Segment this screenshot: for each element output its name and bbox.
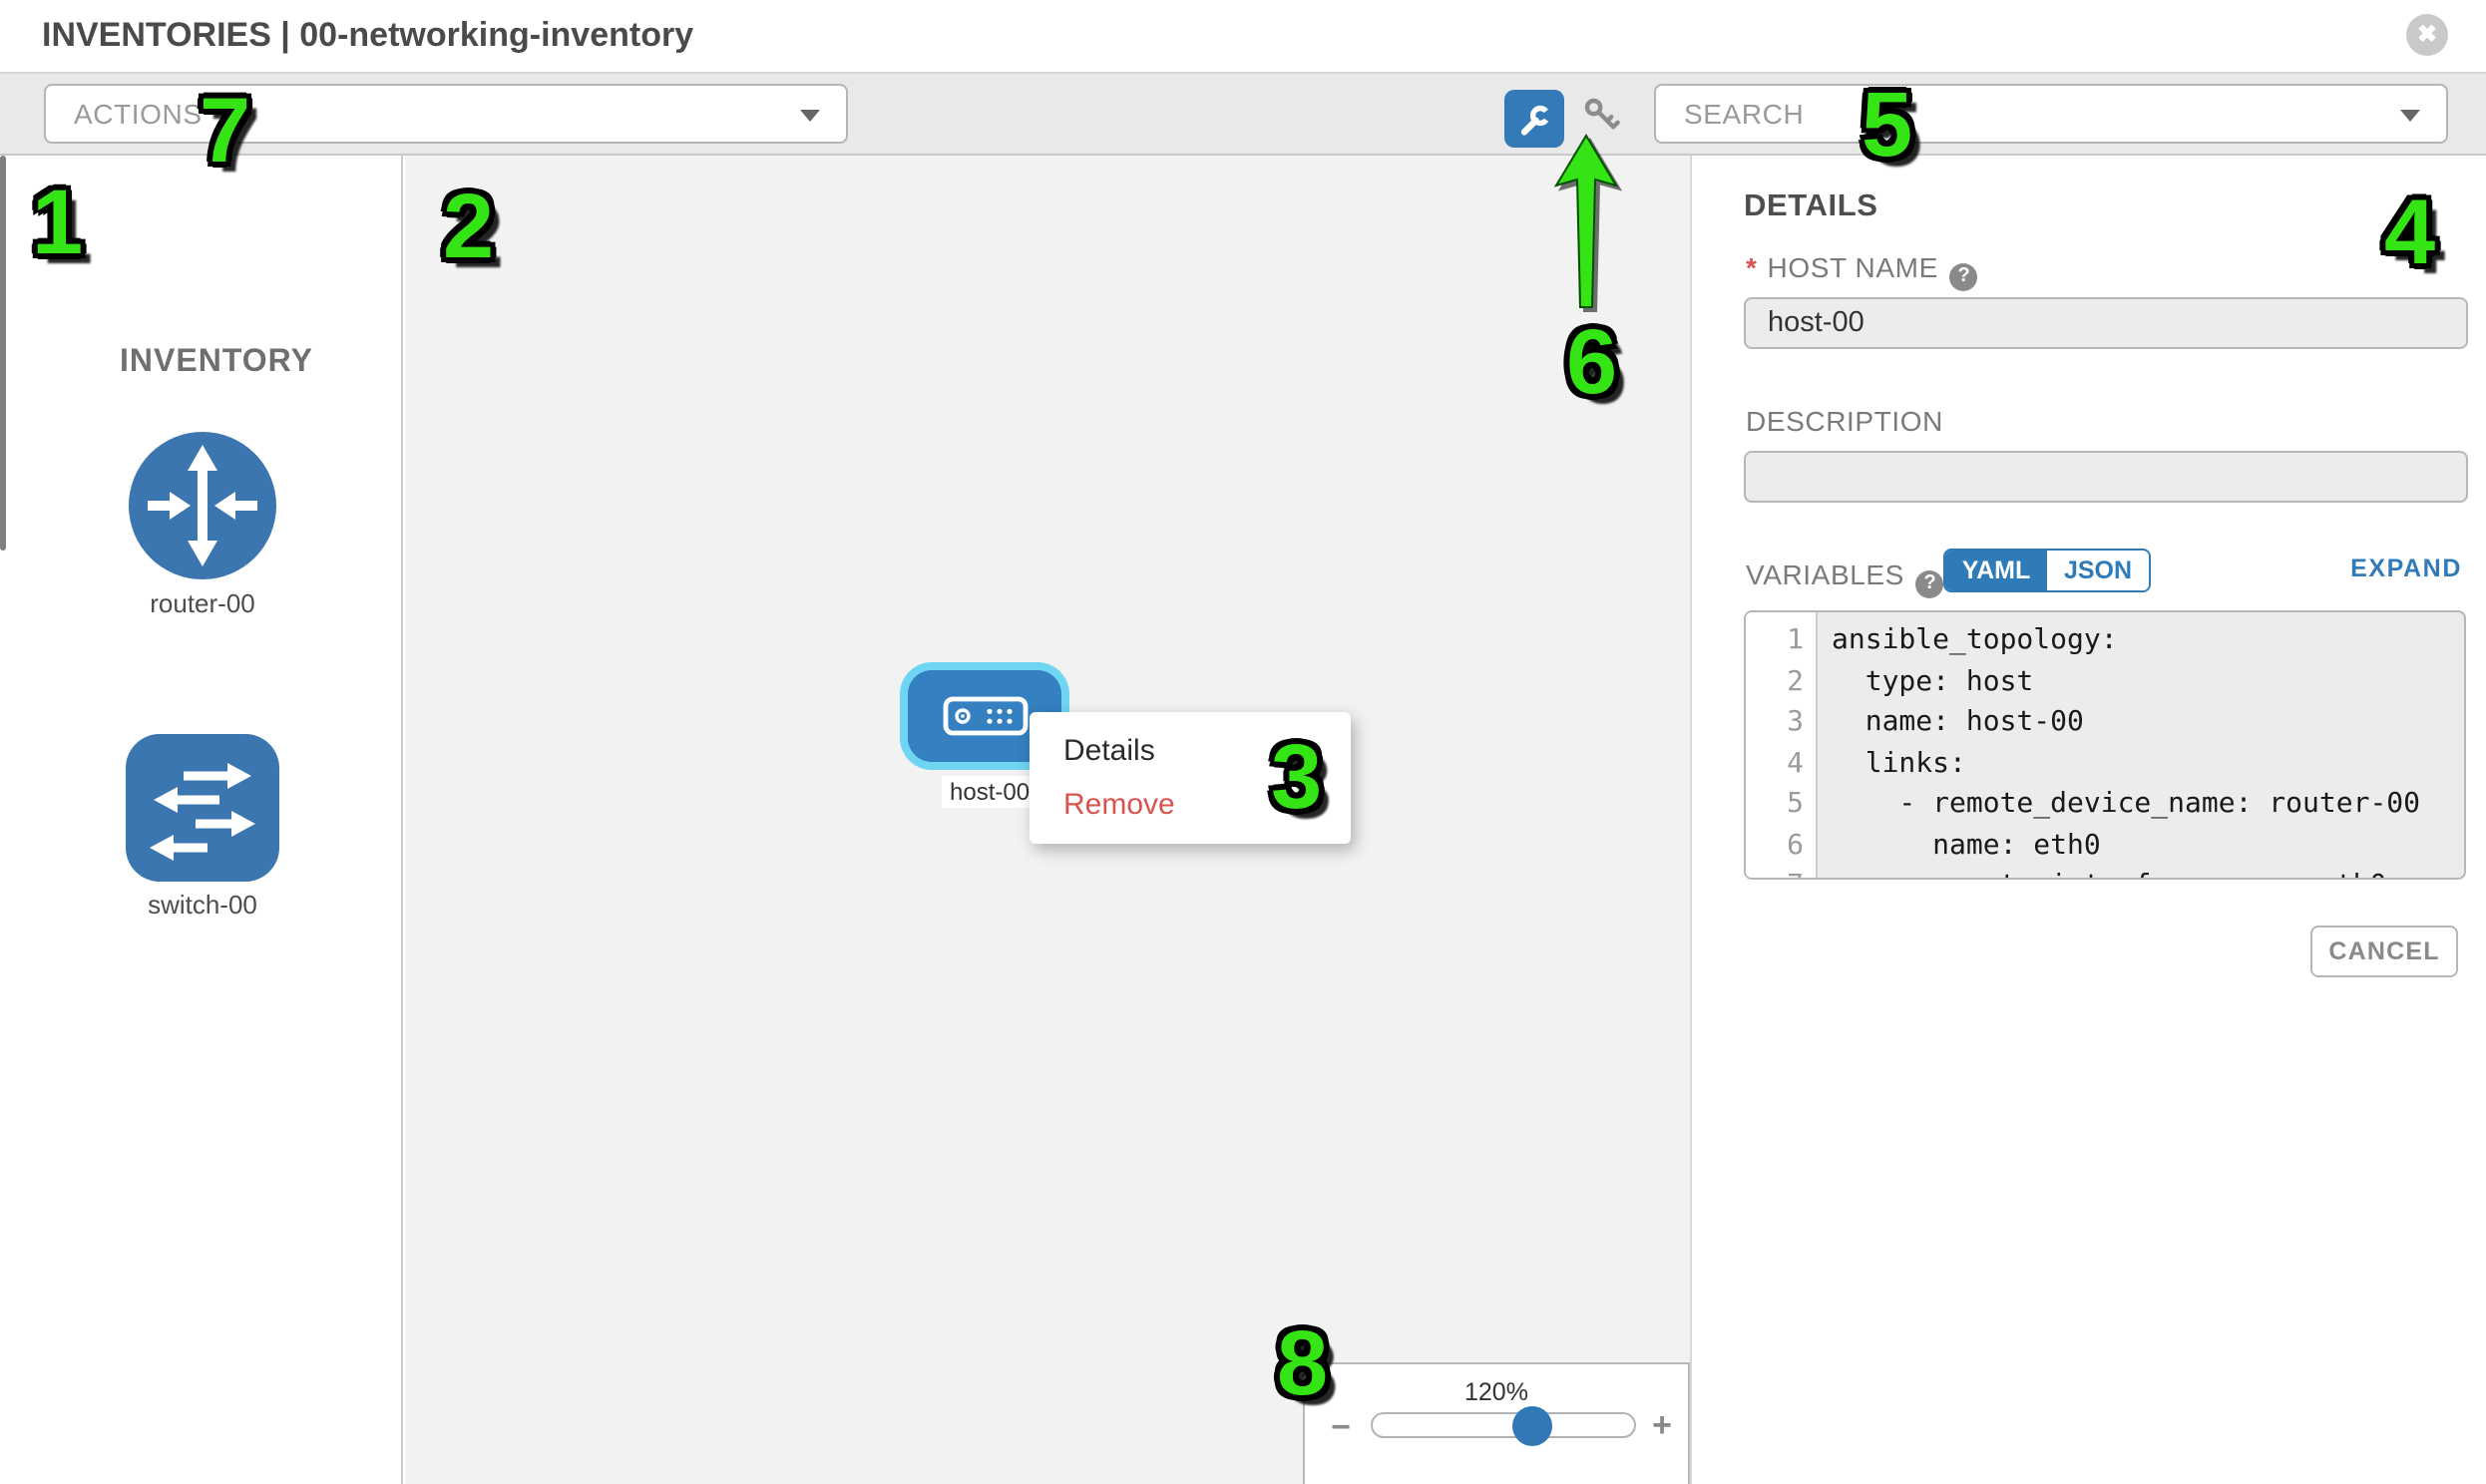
zoom-slider[interactable]: [1371, 1412, 1636, 1438]
host-node-label: host-00: [942, 776, 1037, 808]
editor-line: 4 links:: [1746, 743, 2464, 784]
annotation-number-7: 7: [200, 76, 250, 184]
description-input[interactable]: [1744, 451, 2468, 503]
sidebar-title: INVENTORY: [120, 345, 313, 381]
close-icon: ✖: [2417, 20, 2437, 48]
host-name-input[interactable]: host-00: [1744, 297, 2468, 349]
chevron-down-icon: [800, 110, 820, 122]
search-dropdown[interactable]: SEARCH: [1654, 84, 2448, 144]
zoom-level-label: 120%: [1305, 1378, 1688, 1406]
inventory-sidebar: INVENTORY router-00: [0, 156, 403, 1484]
cancel-button[interactable]: CANCEL: [2310, 926, 2458, 977]
close-button[interactable]: ✖: [2406, 14, 2448, 56]
expand-link[interactable]: EXPAND: [2350, 555, 2462, 582]
variables-editor[interactable]: 1ansible_topology: 2 type: host 3 name: …: [1744, 610, 2466, 880]
app-window: INVENTORIES | 00-networking-inventory ✖ …: [0, 0, 2486, 1484]
page-header: INVENTORIES | 00-networking-inventory ✖: [0, 0, 2486, 72]
toolbar: ACTIONS SEARCH: [0, 72, 2486, 156]
yaml-toggle-button[interactable]: YAML: [1945, 551, 2047, 590]
annotation-number-1: 1: [32, 168, 83, 275]
editor-line: 1ansible_topology:: [1746, 620, 2464, 661]
router-icon: [126, 429, 279, 582]
help-icon[interactable]: ?: [1916, 570, 1944, 598]
annotation-number-6: 6: [1566, 307, 1617, 415]
annotation-number-8: 8: [1277, 1308, 1328, 1416]
actions-dropdown[interactable]: ACTIONS: [44, 84, 848, 144]
topology-canvas[interactable]: host-00 Details Remove 120% − +: [405, 156, 1690, 1484]
details-panel: DETAILS *HOST NAME? host-00 DESCRIPTION …: [1690, 156, 2486, 1484]
annotation-arrow-up: [1548, 132, 1624, 329]
switch-icon: [126, 734, 279, 882]
search-placeholder: SEARCH: [1684, 98, 1804, 130]
editor-line: 3 name: host-00: [1746, 702, 2464, 743]
host-device-icon: [941, 694, 1029, 738]
sidebar-scrollbar[interactable]: [0, 156, 6, 551]
palette-item-label: router-00: [126, 588, 279, 618]
zoom-panel: 120% − +: [1303, 1362, 1690, 1484]
required-marker: *: [1746, 251, 1758, 283]
annotation-number-3: 3: [1271, 722, 1322, 830]
editor-line: 6 name: eth0: [1746, 825, 2464, 866]
palette-item-router[interactable]: router-00: [126, 429, 279, 618]
palette-item-label: switch-00: [126, 890, 279, 920]
page-title: INVENTORIES | 00-networking-inventory: [42, 0, 693, 72]
zoom-out-button[interactable]: −: [1323, 1408, 1359, 1448]
zoom-slider-thumb[interactable]: [1512, 1405, 1552, 1445]
variables-format-toggle: YAML JSON: [1943, 549, 2151, 592]
host-name-label: *HOST NAME?: [1746, 251, 1978, 291]
chevron-down-icon: [2400, 110, 2420, 122]
annotation-number-5: 5: [1862, 70, 1912, 178]
variables-label: VARIABLES?: [1746, 558, 1944, 598]
zoom-in-button[interactable]: +: [1644, 1406, 1680, 1446]
editor-line: 2 type: host: [1746, 661, 2464, 702]
editor-line: 7 remote_interface_name: eth0: [1746, 866, 2464, 880]
details-title: DETAILS: [1744, 189, 1878, 225]
annotation-number-4: 4: [2384, 178, 2435, 285]
help-icon[interactable]: ?: [1950, 263, 1978, 291]
description-label: DESCRIPTION: [1746, 405, 1943, 437]
editor-line: 5 - remote_device_name: router-00: [1746, 784, 2464, 825]
annotation-number-2: 2: [443, 172, 494, 279]
palette-item-switch[interactable]: switch-00: [126, 734, 279, 920]
json-toggle-button[interactable]: JSON: [2047, 551, 2149, 590]
actions-placeholder: ACTIONS: [74, 98, 203, 130]
